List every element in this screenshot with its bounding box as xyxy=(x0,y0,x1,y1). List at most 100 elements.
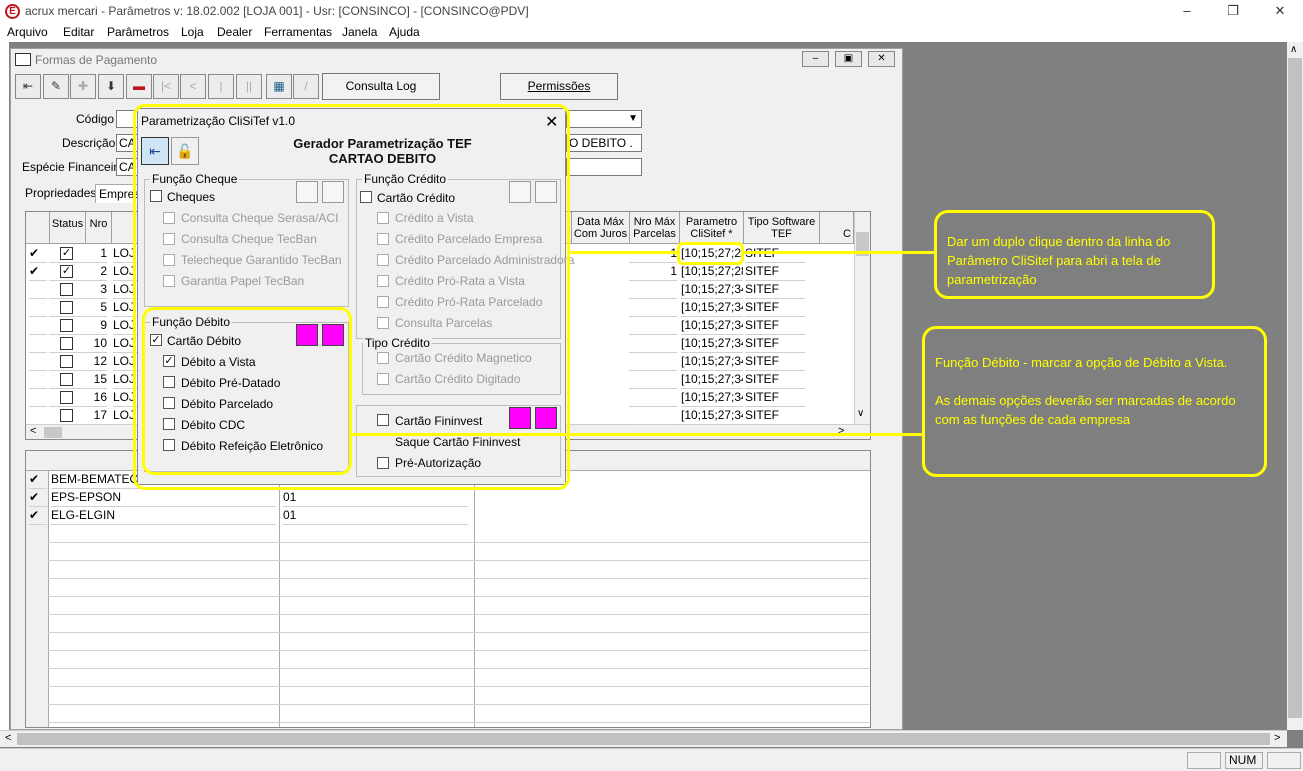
scroll-up-icon[interactable]: ∧ xyxy=(1290,44,1297,55)
status-panel xyxy=(1187,752,1221,769)
row-selected-check xyxy=(29,389,47,407)
status-checkbox[interactable] xyxy=(60,373,73,386)
parametro-clisitef-cell[interactable]: [10;15;27;34 xyxy=(681,299,743,317)
main-vscroll-thumb[interactable] xyxy=(1288,58,1302,718)
scroll-left-icon[interactable]: < xyxy=(30,425,36,437)
menu-editar[interactable]: Editar xyxy=(63,25,94,39)
tipo-software-cell: SITEF xyxy=(745,317,805,335)
prev-icon[interactable]: < xyxy=(180,74,206,99)
parametro-clisitef-cell[interactable]: [10;15;27;34 xyxy=(681,281,743,299)
status-cell[interactable] xyxy=(49,299,85,317)
callout-one-connector-left xyxy=(570,251,677,254)
printer-name-cell[interactable]: EPS-EPSON xyxy=(51,489,276,507)
first-icon[interactable]: |< xyxy=(153,74,179,99)
scroll-down-icon[interactable]: ∨ xyxy=(857,408,864,419)
status-checkbox[interactable] xyxy=(60,337,73,350)
printer-name-cell[interactable]: ELG-ELGIN xyxy=(51,507,276,525)
grid-header-nro[interactable]: Nro xyxy=(86,212,112,244)
parametro-clisitef-cell[interactable]: [10;15;27;34 xyxy=(681,371,743,389)
edit-icon[interactable]: ✎ xyxy=(43,74,69,99)
printer-value-cell[interactable]: 01 xyxy=(283,489,468,507)
parametro-clisitef-cell[interactable]: [10;15;27;34 xyxy=(681,407,743,425)
last-icon[interactable]: || xyxy=(236,74,262,99)
row-selected-check xyxy=(29,335,47,353)
status-cell[interactable]: ✓ xyxy=(49,263,85,281)
permissoes-button[interactable]: Permissões xyxy=(500,73,618,100)
parametro-cell-highlight xyxy=(677,242,744,265)
callout-debito: Função Débito - marcar a opção de Débito… xyxy=(922,326,1267,477)
scroll-right-icon[interactable]: > xyxy=(1274,732,1280,744)
scroll-left-icon[interactable]: < xyxy=(5,732,11,744)
grid-icon[interactable]: ▦ xyxy=(266,74,292,99)
menu-loja[interactable]: Loja xyxy=(181,25,204,39)
status-cell[interactable] xyxy=(49,389,85,407)
descricao-field-tail[interactable]: O DEBITO . xyxy=(566,134,642,152)
status-checkbox[interactable] xyxy=(60,409,73,422)
status-checkbox[interactable] xyxy=(60,391,73,404)
grid-header-c[interactable]: C xyxy=(820,212,854,244)
main-hscroll[interactable]: < > xyxy=(0,730,1287,747)
parcelas-cell xyxy=(629,353,677,371)
minimize-icon[interactable]: – xyxy=(1164,0,1210,22)
menu-janela[interactable]: Janela xyxy=(342,25,377,39)
parametro-clisitef-cell[interactable]: [10;15;27;28 xyxy=(681,263,743,281)
parametro-clisitef-cell[interactable]: [10;15;27;34 xyxy=(681,353,743,371)
status-checkbox[interactable]: ✓ xyxy=(60,265,73,278)
next-icon[interactable]: | xyxy=(208,74,234,99)
save-icon[interactable]: ⬇ xyxy=(98,74,124,99)
parametro-clisitef-cell[interactable]: [10;15;27;34 xyxy=(681,317,743,335)
nro-cell: 15 xyxy=(85,371,107,389)
consulta-log-button[interactable]: Consulta Log xyxy=(322,73,440,100)
status-cell[interactable] xyxy=(49,317,85,335)
status-checkbox[interactable]: ✓ xyxy=(60,247,73,260)
status-checkbox[interactable] xyxy=(60,319,73,332)
main-hscroll-thumb[interactable] xyxy=(17,733,1270,745)
printer-value-cell[interactable]: 01 xyxy=(283,507,468,525)
status-checkbox[interactable] xyxy=(60,283,73,296)
status-cell[interactable]: ✓ xyxy=(49,245,85,263)
row-selected-check xyxy=(29,407,47,425)
close-icon[interactable]: ✕ xyxy=(1257,0,1303,22)
status-cell[interactable] xyxy=(49,281,85,299)
menu-ferramentas[interactable]: Ferramentas xyxy=(264,25,332,39)
parcelas-cell: 1 xyxy=(629,245,677,263)
nro-cell: 5 xyxy=(85,299,107,317)
child-restore-icon[interactable]: ▣ xyxy=(835,51,862,67)
status-cell[interactable] xyxy=(49,353,85,371)
delete-icon[interactable]: ▬ xyxy=(126,74,152,99)
codigo-dropdown[interactable]: ▼ xyxy=(566,110,642,128)
status-checkbox[interactable] xyxy=(60,301,73,314)
grid-header-nro-max[interactable]: Nro Máx Parcelas xyxy=(630,212,680,244)
grid-hscroll-thumb[interactable] xyxy=(44,427,62,438)
menu-parametros[interactable]: Parâmetros xyxy=(107,25,169,39)
especie-field-tail[interactable] xyxy=(566,158,642,176)
grid-header-status[interactable]: Status xyxy=(50,212,86,244)
exit-icon[interactable]: ⇤ xyxy=(15,74,41,99)
filter-icon[interactable]: / xyxy=(293,74,319,99)
tipo-software-cell: SITEF xyxy=(745,371,805,389)
status-cell[interactable] xyxy=(49,407,85,425)
status-cell[interactable] xyxy=(49,335,85,353)
tab-propriedades[interactable]: Propriedades xyxy=(25,186,96,200)
child-minimize-icon[interactable]: – xyxy=(802,51,829,67)
descricao-label: Descrição xyxy=(62,136,116,150)
grid-header-indicator xyxy=(26,212,50,244)
new-icon[interactable]: ✚ xyxy=(70,74,96,99)
grid-header-tipo-software[interactable]: Tipo Software TEF xyxy=(744,212,820,244)
menu-arquivo[interactable]: Arquivo xyxy=(7,25,48,39)
grid-vscroll[interactable]: ∨ xyxy=(854,212,870,424)
menu-dealer[interactable]: Dealer xyxy=(217,25,252,39)
status-cell[interactable] xyxy=(49,371,85,389)
grid-header-data-max[interactable]: Data Máx Com Juros xyxy=(572,212,630,244)
row-selected-check: ✔ xyxy=(29,245,47,263)
status-checkbox[interactable] xyxy=(60,355,73,368)
menu-ajuda[interactable]: Ajuda xyxy=(389,25,420,39)
debito-highlight xyxy=(142,307,352,475)
parametro-clisitef-cell[interactable]: [10;15;27;34 xyxy=(681,389,743,407)
main-vscroll[interactable]: ∧ xyxy=(1287,42,1303,730)
restore-icon[interactable]: ❐ xyxy=(1210,0,1256,22)
grid-header-parametro[interactable]: Parametro CliSitef * xyxy=(680,212,744,244)
parametro-clisitef-cell[interactable]: [10;15;27;34 xyxy=(681,335,743,353)
child-close-icon[interactable]: ✕ xyxy=(868,51,895,67)
empty-row-line xyxy=(48,632,869,633)
